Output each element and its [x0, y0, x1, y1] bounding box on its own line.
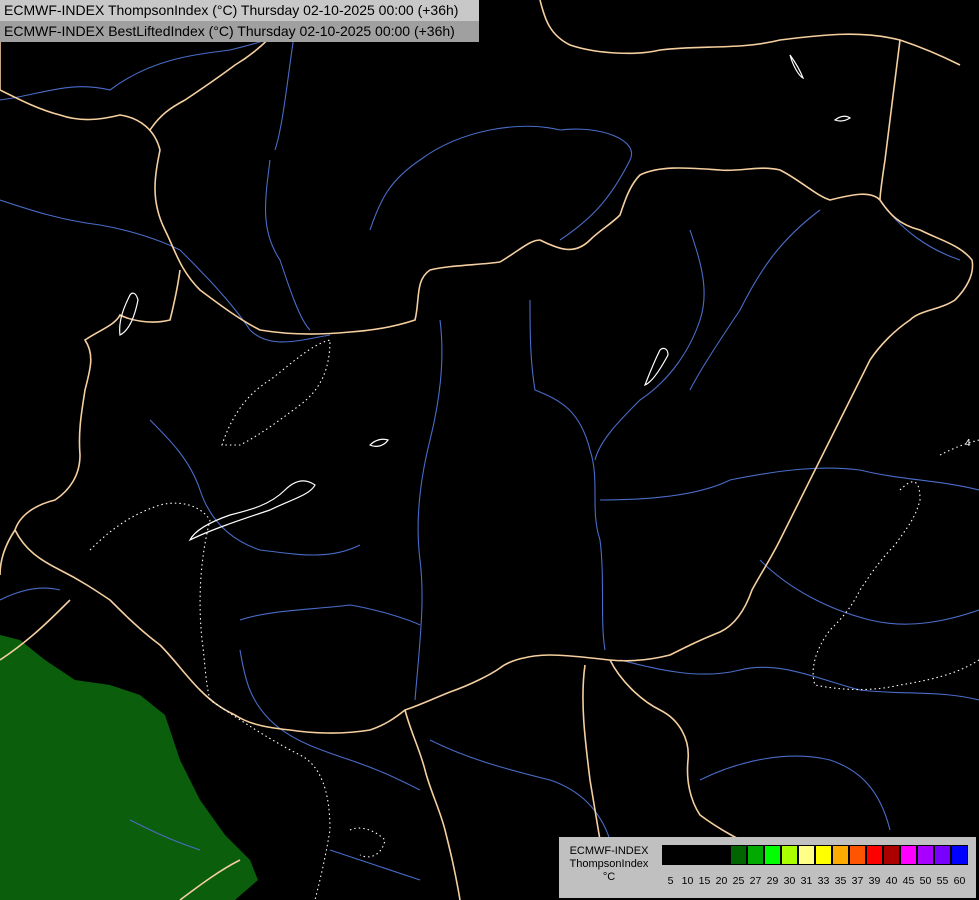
legend-tick-label: 40: [885, 875, 898, 887]
map-title-line-2: ECMWF-INDEX BestLiftedIndex (°C) Thursda…: [0, 21, 479, 42]
legend-tick-label: 37: [851, 875, 864, 887]
legend-tick-label: 15: [698, 875, 711, 887]
legend-swatch: [849, 845, 866, 865]
legend-tick-label: 10: [681, 875, 694, 887]
legend-tick-label: 27: [749, 875, 762, 887]
legend-tick-label: 29: [766, 875, 779, 887]
legend-model: ECMWF-INDEX: [569, 845, 649, 857]
legend-tick-label: 50: [919, 875, 932, 887]
legend-tick-label: 31: [800, 875, 813, 887]
legend-tick-label: 33: [817, 875, 830, 887]
legend-ticks: 5 10 15 20 25 27 29 30 31 33 35 37 39 40 45 50 55 60: [662, 875, 968, 887]
contour-label: 4: [965, 438, 971, 449]
color-legend: ECMWF-INDEX ThompsonIndex °C 5 10 15 20 25 27…: [559, 837, 976, 898]
legend-tick-label: 45: [902, 875, 915, 887]
legend-swatch: [679, 845, 696, 865]
legend-swatch: [917, 845, 934, 865]
legend-tick-label: 30: [783, 875, 796, 887]
legend-tick-label: 5: [667, 875, 674, 887]
legend-tick-label: 35: [834, 875, 847, 887]
legend-tick-label: 25: [732, 875, 745, 887]
legend-tick-label: 60: [953, 875, 966, 887]
legend-param: ThompsonIndex: [569, 858, 649, 870]
legend-swatch: [781, 845, 798, 865]
legend-swatch: [900, 845, 917, 865]
legend-swatch: [730, 845, 747, 865]
map-title-line-1: ECMWF-INDEX ThompsonIndex (°C) Thursday …: [0, 0, 479, 21]
legend-swatch: [798, 845, 815, 865]
legend-swatches: [662, 845, 968, 865]
legend-label: ECMWF-INDEX ThompsonIndex °C: [561, 845, 657, 884]
legend-swatch: [951, 845, 968, 865]
legend-tick-label: 39: [868, 875, 881, 887]
legend-unit: °C: [602, 871, 616, 883]
legend-swatch: [934, 845, 951, 865]
legend-swatch: [866, 845, 883, 865]
legend-swatch: [832, 845, 849, 865]
weather-map: [0, 0, 979, 900]
legend-swatch: [815, 845, 832, 865]
legend-tick-label: 20: [715, 875, 728, 887]
legend-swatch: [747, 845, 764, 865]
legend-swatch: [764, 845, 781, 865]
legend-swatch: [883, 845, 900, 865]
legend-tick-label: 55: [936, 875, 949, 887]
legend-swatch: [713, 845, 730, 865]
legend-swatch: [662, 845, 679, 865]
legend-swatch: [696, 845, 713, 865]
